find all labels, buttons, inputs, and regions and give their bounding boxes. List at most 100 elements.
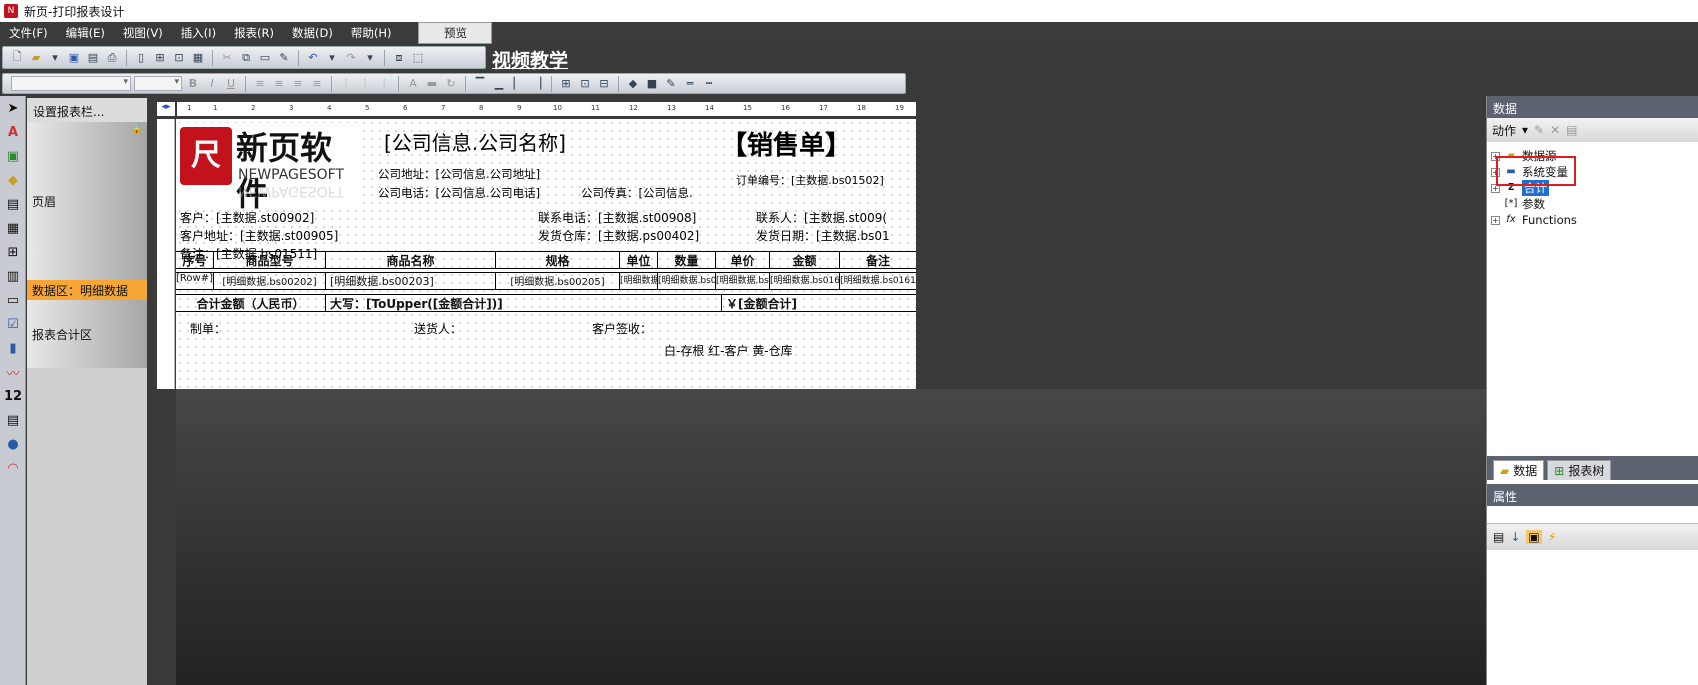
customer-address-field[interactable]: 客户地址：[主数据.st00905] [180,227,338,244]
text-object-icon[interactable]: A [0,120,26,144]
bold-icon[interactable]: B [185,76,201,92]
fill-color-icon[interactable]: ◆ [625,76,641,92]
sparkline-icon[interactable]: 〰 [0,360,26,384]
table-object-icon[interactable]: ▦ [0,216,26,240]
font-color-icon[interactable]: A [405,76,421,92]
total-label-cell[interactable]: 合计金额（人民币） [176,295,326,311]
company-phone-field[interactable]: 公司电话：[公司信息.公司电话] [378,185,540,201]
properties-icon[interactable]: ▤ [1566,123,1577,137]
undo-dropdown-icon[interactable]: ▾ [324,50,340,66]
map-object-icon[interactable]: ● [0,432,26,456]
rotate-icon[interactable]: ↻ [443,76,459,92]
redo-icon[interactable]: ↷ [343,50,359,66]
column-header[interactable]: 数量 [658,252,716,268]
border-style-icon[interactable]: ⊟ [596,76,612,92]
events-icon[interactable]: ⚡ [1548,530,1556,544]
detail-cell[interactable]: [Row#] [176,273,214,289]
company-name-field[interactable]: [公司信息.公司名称] [384,127,566,156]
page-icon[interactable]: ▯ [133,50,149,66]
menu-help[interactable]: 帮助(H) [342,22,401,44]
tree-node-parameters[interactable]: [*] 参数 [1491,196,1694,212]
menu-view[interactable]: 视图(V) [114,22,172,44]
detail-cell[interactable]: [明细数据.bs016 [770,273,840,289]
properties-object-combo[interactable] [1487,506,1698,524]
font-name-combo[interactable]: ▾ [11,76,131,91]
company-fax-field[interactable]: 公司传真：[公司信息. [581,185,693,201]
barcode-icon[interactable]: ▥ [0,264,26,288]
border-all-icon[interactable]: ⊞ [558,76,574,92]
sort-az-icon[interactable]: ↓ [1510,530,1520,544]
chart-object-icon[interactable]: ▮ [0,336,26,360]
video-tutorial-link[interactable]: 视频教学 [492,46,568,73]
report-icon[interactable]: ▦ [190,50,206,66]
maker-field[interactable]: 制单： [190,320,226,337]
company-address-field[interactable]: 公司地址：[公司信息.公司地址] [378,166,540,182]
highlight-icon[interactable]: ▬ [424,76,440,92]
menu-edit[interactable]: 编辑(E) [57,22,114,44]
expand-icon[interactable]: + [1491,215,1500,225]
format-painter-icon[interactable]: ✎ [276,50,292,66]
column-header[interactable]: 备注 [840,252,916,268]
border-left-icon[interactable]: ▏ [510,76,526,92]
column-header[interactable]: 商品名称 [326,252,496,268]
valign-top-icon[interactable]: ⫶ [338,76,354,92]
valign-middle-icon[interactable]: ⫶ [357,76,373,92]
detail-cell[interactable]: [明细数据.bs00205] [496,273,620,289]
column-header[interactable]: 单价 [716,252,770,268]
report-page[interactable]: 尺 新页软件 NEWPAGESOFT NEWPAGESOFT [公司信息.公司名… [176,119,916,389]
shadow-icon[interactable]: ■ [644,76,660,92]
number-object-icon[interactable]: 12 [0,384,26,408]
crosstab-icon[interactable]: ⊞ [0,240,26,264]
save-icon[interactable]: ▣ [66,50,82,66]
redo-dropdown-icon[interactable]: ▾ [362,50,378,66]
customer-sign-field[interactable]: 客户签收： [592,320,652,337]
paste-icon[interactable]: ▭ [257,50,273,66]
column-header[interactable]: 序号 [176,252,214,268]
preview-tab[interactable]: 预览 [418,22,493,44]
contact-field[interactable]: 联系人：[主数据.st009( [756,209,887,226]
total-amount-cell[interactable]: ￥[金额合计] [722,295,916,311]
add-page-icon[interactable]: ⊞ [152,50,168,66]
align-right-icon[interactable]: ≡ [290,76,306,92]
line-width-icon[interactable]: ═ [682,76,698,92]
cut-icon[interactable]: ✂ [219,50,235,66]
total-upper-cell[interactable]: 大写：[ToUpper([金额合计])] [326,295,722,311]
open-folder-icon[interactable]: ▰ [28,50,44,66]
print-preview-icon[interactable]: ⎙ [104,50,120,66]
band-summary[interactable]: 报表合计区 [27,300,147,368]
shape-object-icon[interactable]: ◆ [0,168,26,192]
band-detail[interactable]: 数据区：明细数据 [27,280,147,300]
detail-cell[interactable]: [明细数据.bs0161 [840,273,916,289]
company-logo[interactable]: 尺 新页软件 NEWPAGESOFT NEWPAGESOFT [176,123,358,213]
detail-cell[interactable]: [明细数据.bs00202] [214,273,326,289]
border-right-icon[interactable]: ▕ [529,76,545,92]
column-header[interactable]: 单位 [620,252,658,268]
page-setup-icon[interactable]: ⊡ [171,50,187,66]
action-dropdown-icon[interactable]: ▾ [1522,123,1528,137]
band-page-header[interactable]: 页眉 🔒 [27,122,147,280]
action-menu[interactable]: 动作 [1492,122,1516,139]
border-none-icon[interactable]: ⊡ [577,76,593,92]
tab-data[interactable]: ▰ 数据 [1493,460,1545,480]
order-no-field[interactable]: 订单编号：[主数据.bs01502] [736,172,884,188]
underline-icon[interactable]: U [223,76,239,92]
column-header[interactable]: 规格 [496,252,620,268]
detail-cell[interactable]: [明细数据.s [620,273,658,289]
line-color-icon[interactable]: ✎ [663,76,679,92]
band-setup-header[interactable]: 设置报表栏... [27,98,147,122]
checkbox-object-icon[interactable]: ☑ [0,312,26,336]
ship-date-field[interactable]: 发货日期：[主数据.bs01 [756,227,890,244]
border-top-icon[interactable]: ▔ [472,76,488,92]
align-center-icon[interactable]: ≡ [271,76,287,92]
edit-icon[interactable]: ✎ [1534,123,1544,137]
rich-text-icon[interactable]: ▭ [0,288,26,312]
column-header[interactable]: 商品型号 [214,252,326,268]
italic-icon[interactable]: I [204,76,220,92]
undo-icon[interactable]: ↶ [305,50,321,66]
valign-bottom-icon[interactable]: ⫶ [376,76,392,92]
customer-field[interactable]: 客户：[主数据.st00902] [180,209,314,226]
justify-icon[interactable]: ≡ [309,76,325,92]
column-header[interactable]: 金额 [770,252,840,268]
menu-report[interactable]: 报表(R) [225,22,283,44]
align-left-icon[interactable]: ≡ [252,76,268,92]
